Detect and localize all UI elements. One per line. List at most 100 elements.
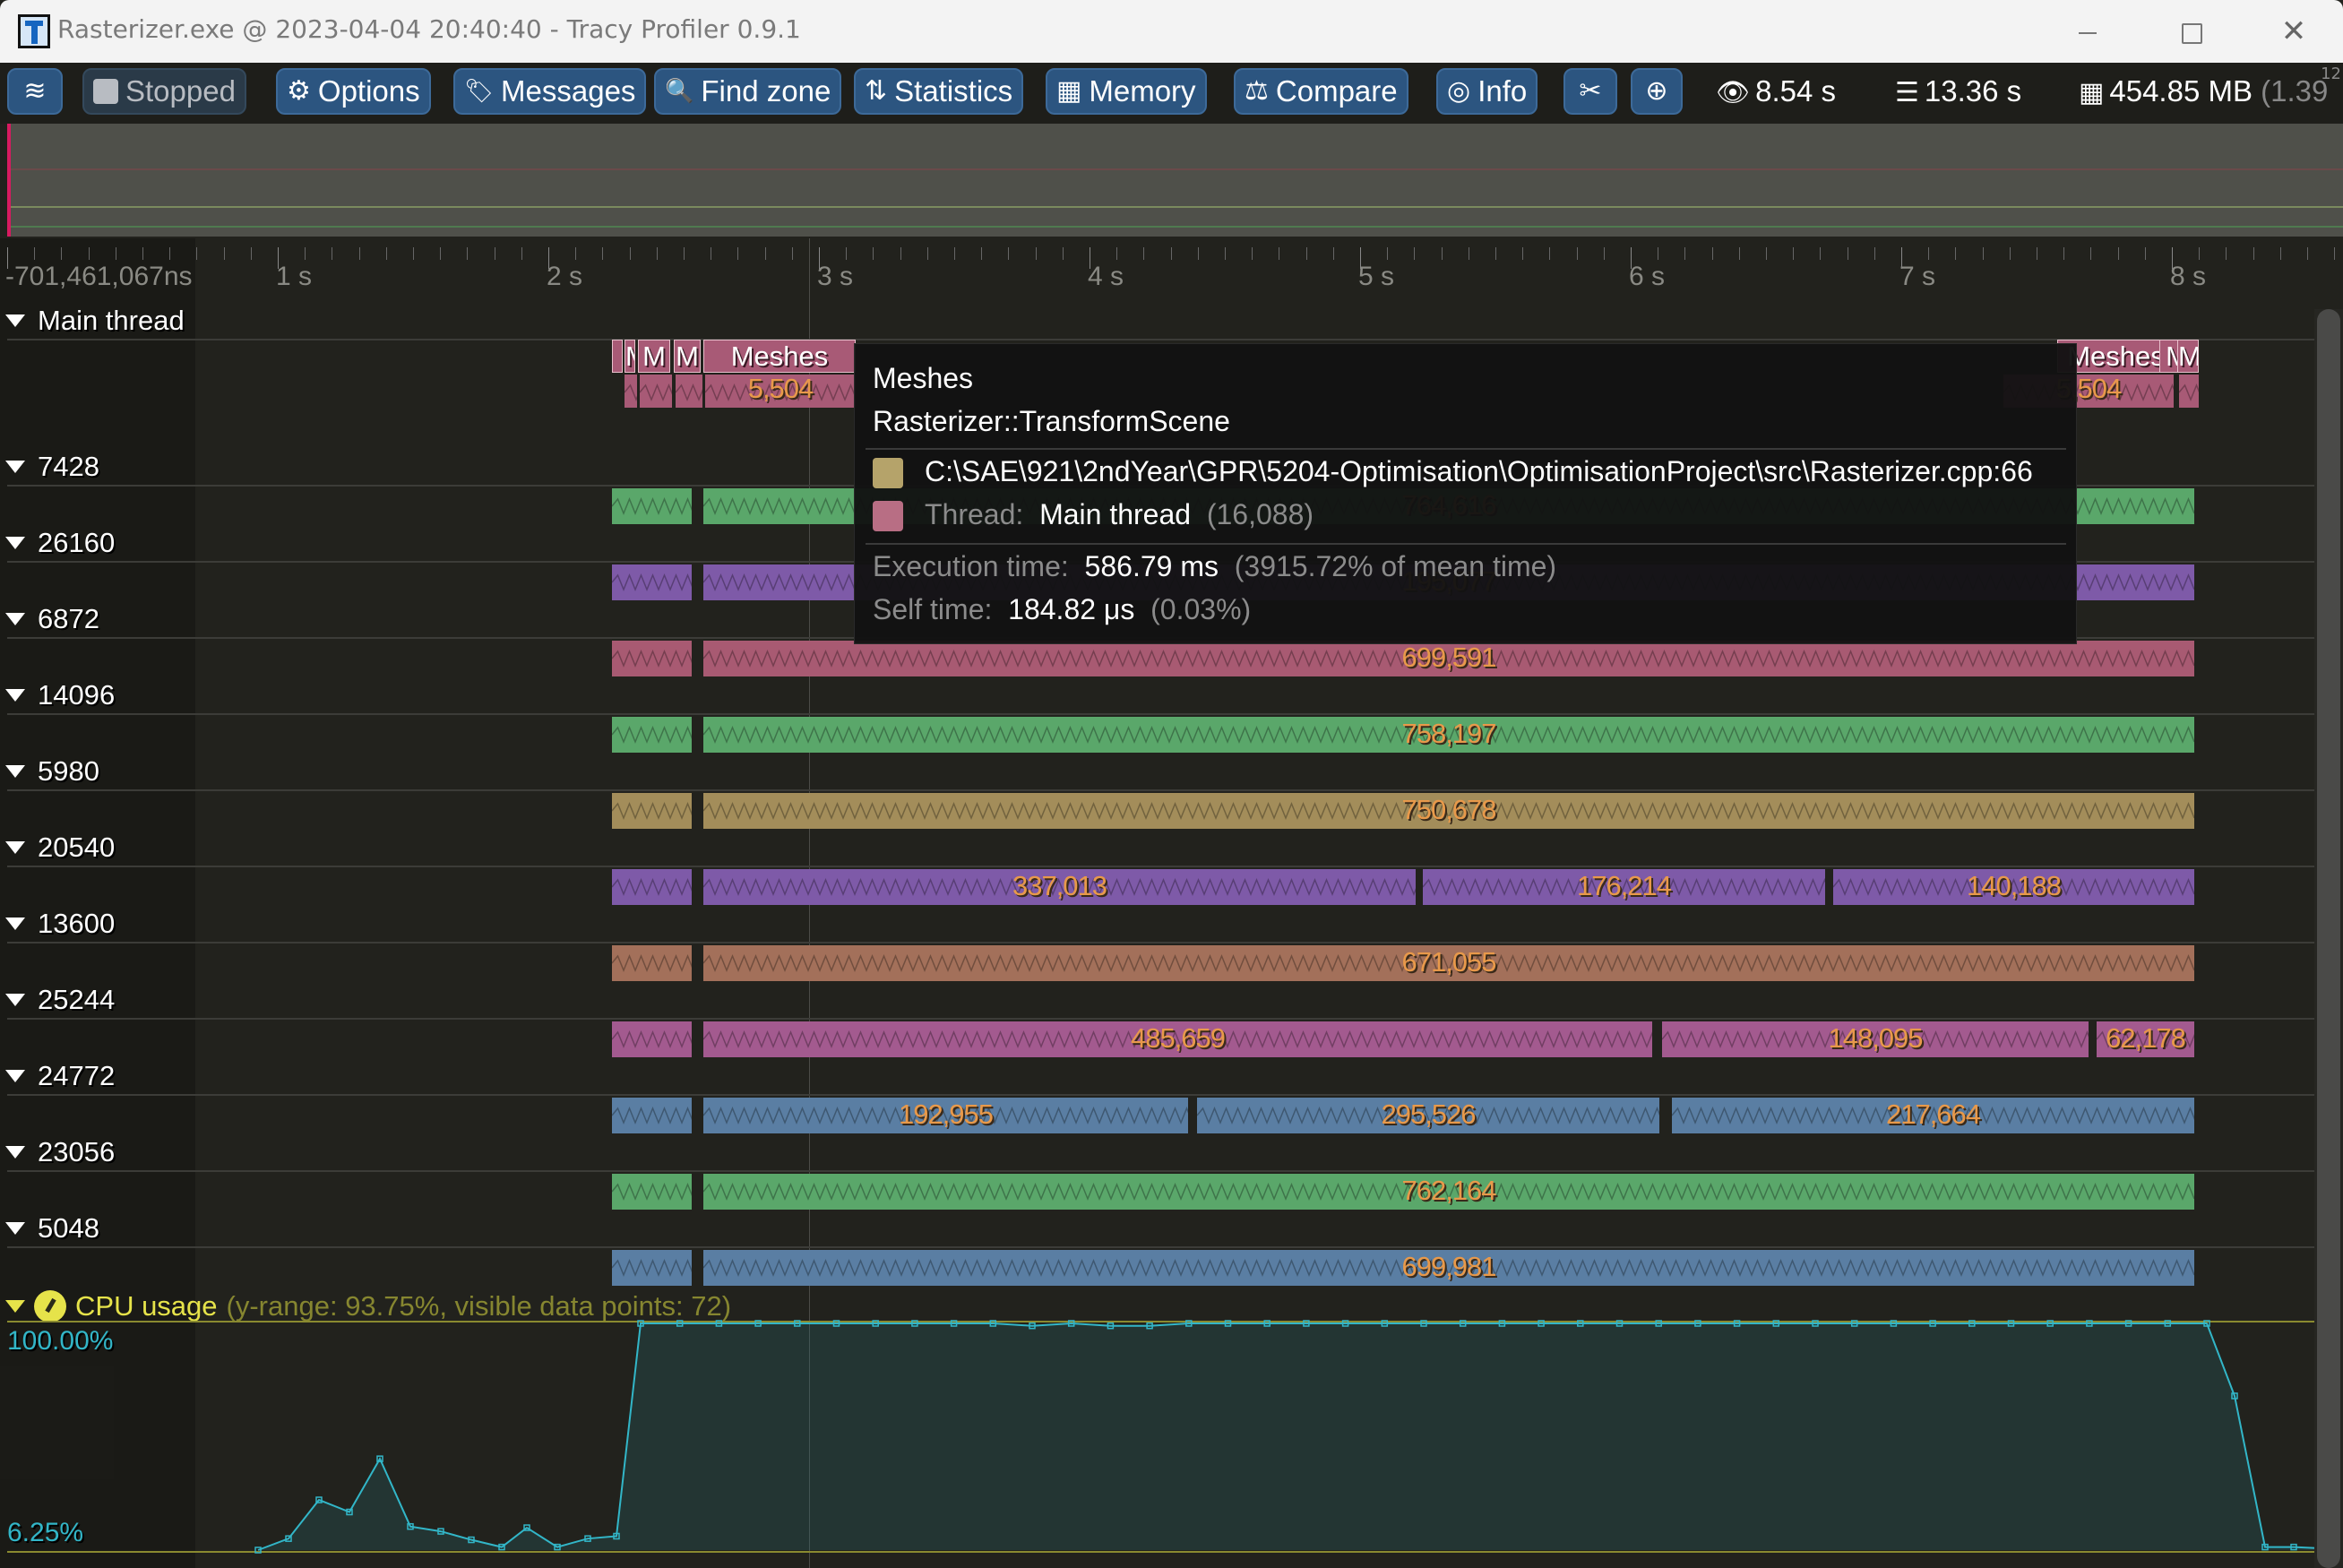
thread-header[interactable]: 20540	[5, 831, 115, 864]
collapse-triangle-icon	[5, 461, 25, 473]
thread-zone[interactable]: 192,955	[703, 1098, 1188, 1133]
timeline-start-label: -701,461,067ns	[5, 262, 193, 291]
thread-zone[interactable]: 337,013	[703, 869, 1416, 905]
zoom-button[interactable]: ⊕	[1631, 68, 1683, 115]
info-button[interactable]: ◎ Info	[1436, 68, 1538, 115]
thread-id: 23056	[38, 1136, 116, 1167]
tools-icon: ✂	[1579, 75, 1602, 107]
thread-zone[interactable]	[612, 1021, 692, 1057]
child-zone[interactable]: 5,504	[705, 375, 856, 408]
thread-header[interactable]: 24772	[5, 1060, 115, 1092]
view-time-value: 8.54 s	[1755, 74, 1836, 108]
thread-zone[interactable]: 176,214	[1423, 869, 1825, 905]
ruler-tick	[250, 247, 252, 260]
messages-button[interactable]: 🏷 Messages	[453, 68, 647, 115]
ruler-tick	[413, 247, 414, 260]
thread-zone[interactable]	[612, 1250, 692, 1286]
thread-zone[interactable]: 485,659	[703, 1021, 1652, 1057]
ruler-tick	[1332, 247, 1334, 260]
thread-zone[interactable]: 758,197	[703, 717, 2194, 753]
thread-zone[interactable]: 148,095	[1662, 1021, 2089, 1057]
child-zone[interactable]	[676, 375, 702, 408]
thread-header[interactable]: 23056	[5, 1136, 115, 1168]
thread-header-main[interactable]: Main thread	[5, 305, 185, 337]
child-zone[interactable]	[2179, 375, 2199, 408]
tools-button[interactable]: ✂	[1563, 68, 1617, 115]
find-zone-button[interactable]: 🔍 Find zone	[654, 68, 842, 115]
memory-stat-icon: ▦	[2079, 77, 2105, 108]
ruler-tick	[142, 247, 143, 260]
ruler-tick	[2063, 247, 2065, 260]
ruler-tick	[2279, 247, 2281, 260]
thread-zone[interactable]	[612, 1098, 692, 1133]
memory-button[interactable]: ▦ Memory	[1046, 68, 1207, 115]
maximize-button[interactable]	[2155, 9, 2227, 54]
ruler-tick-label: 6 s	[1629, 262, 1666, 291]
ruler-tick	[88, 247, 90, 260]
thread-id: 6872	[38, 603, 99, 634]
thread-header[interactable]: 14096	[5, 679, 115, 711]
ruler-tick-label: 8 s	[2170, 262, 2207, 291]
thread-zone[interactable]: 699,981	[703, 1250, 2194, 1286]
timeline-ruler[interactable]: -701,461,067ns 1 s 2 s 3 s 4 s 5 s 6 s 7 s 8 s	[0, 238, 2343, 296]
thread-header[interactable]: 5048	[5, 1212, 99, 1245]
vertical-scrollbar-thumb[interactable]	[2317, 309, 2340, 1568]
compare-label: Compare	[1275, 74, 1398, 108]
connection-button[interactable]: ≋	[7, 68, 63, 115]
zoom-in-icon: ⊕	[1645, 75, 1668, 107]
ruler-tick	[764, 247, 766, 260]
thread-zone[interactable]: 140,188	[1833, 869, 2194, 905]
thread-zone[interactable]: 217,664	[1672, 1098, 2194, 1133]
thread-header[interactable]: 13600	[5, 908, 115, 940]
thread-zone[interactable]	[612, 488, 692, 524]
thread-zone[interactable]	[612, 1174, 692, 1210]
thread-header[interactable]: 5980	[5, 755, 99, 788]
main-zone[interactable]: M	[2177, 340, 2199, 373]
thread-zone[interactable]	[612, 945, 692, 981]
main-zone[interactable]: M	[674, 340, 701, 373]
ruler-tick	[1441, 247, 1443, 260]
main-zone[interactable]	[612, 340, 623, 373]
ruler-tick	[1197, 247, 1199, 260]
ruler-tick	[926, 247, 928, 260]
main-zone[interactable]: M	[625, 340, 635, 373]
thread-zone[interactable]: 699,591	[703, 641, 2194, 676]
thread-header[interactable]: 25244	[5, 984, 115, 1016]
thread-zone[interactable]	[612, 564, 692, 600]
collapse-triangle-icon	[5, 314, 25, 327]
statistics-button[interactable]: ⇅ Statistics	[854, 68, 1024, 115]
minimize-button[interactable]	[2052, 9, 2123, 54]
thread-header[interactable]: 7428	[5, 451, 99, 483]
thread-zone[interactable]: 671,055	[703, 945, 2194, 981]
thread-name: Main thread	[38, 305, 185, 336]
thread-zone[interactable]	[612, 869, 692, 905]
main-zone[interactable]: M	[638, 340, 670, 373]
frame-graph[interactable]	[7, 124, 2343, 237]
ruler-tick	[1062, 247, 1064, 260]
thread-zone[interactable]: 750,678	[703, 793, 2194, 829]
options-button[interactable]: ⚙ Options	[276, 68, 431, 115]
thread-header[interactable]: 6872	[5, 603, 99, 635]
child-zone[interactable]	[625, 375, 637, 408]
child-zone[interactable]	[640, 375, 672, 408]
thread-zone[interactable]: 762,164	[703, 1174, 2194, 1210]
zone-value: 140,188	[1966, 870, 2062, 901]
ruler-tick	[1035, 247, 1037, 260]
thread-zone[interactable]: 295,526	[1197, 1098, 1659, 1133]
ruler-tick	[1170, 247, 1172, 260]
close-button[interactable]: ✕	[2258, 9, 2330, 54]
find-zone-label: Find zone	[701, 74, 831, 108]
thread-zone[interactable]: 62,178	[2097, 1021, 2194, 1057]
compare-button[interactable]: ⚖ Compare	[1234, 68, 1408, 115]
statistics-label: Statistics	[894, 74, 1013, 108]
thread-header[interactable]: 26160	[5, 527, 115, 559]
thread-zone[interactable]	[612, 793, 692, 829]
thread-zone[interactable]	[612, 641, 692, 676]
main-zone[interactable]: Meshes	[703, 340, 856, 373]
ruler-tick-label: 1 s	[276, 262, 313, 291]
thread-id-value: (16,088)	[1206, 498, 1314, 530]
ruler-tick	[791, 247, 793, 260]
stopped-button[interactable]: Stopped	[82, 68, 246, 115]
thread-zone[interactable]	[612, 717, 692, 753]
frame-target-line-30fps	[11, 168, 2343, 170]
